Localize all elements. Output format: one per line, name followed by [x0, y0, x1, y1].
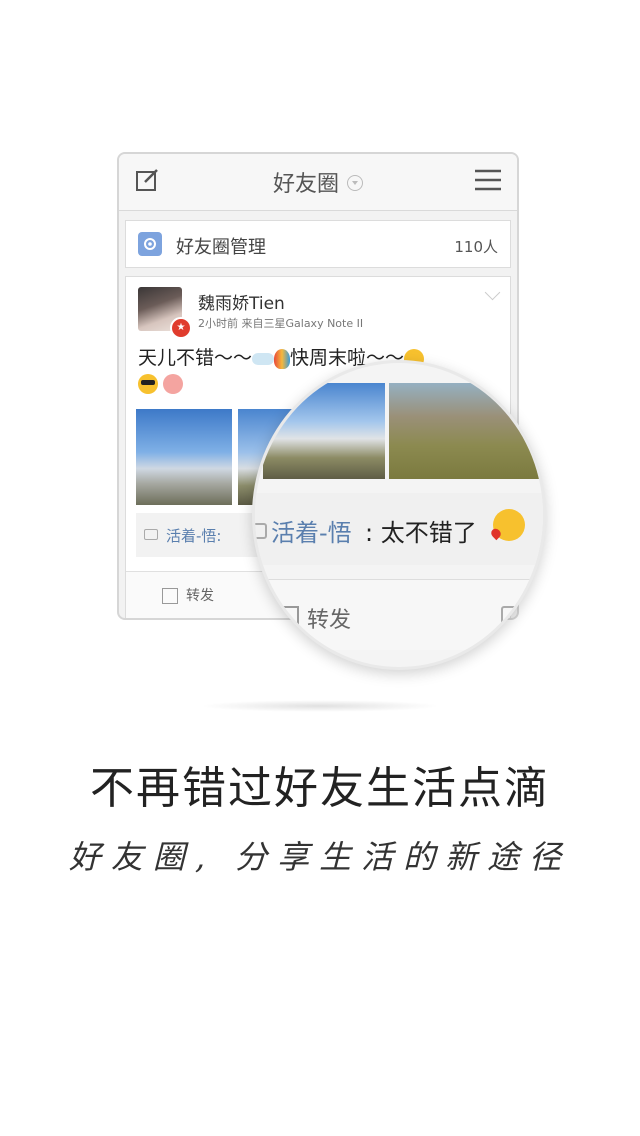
- chevron-down-icon[interactable]: [484, 284, 501, 301]
- comment-author[interactable]: 活着-悟:: [166, 525, 221, 546]
- magnified-forward-label: 转发: [307, 608, 352, 633]
- subline: 好友圈, 分享生活的新途径: [68, 838, 572, 876]
- forward-button[interactable]: 转发: [186, 585, 214, 605]
- headline: 不再错过好友生活点滴: [90, 763, 550, 814]
- magnified-comment-icon: [255, 523, 267, 539]
- magnified-comment-row: 活着-悟 : 太不错了: [255, 493, 543, 565]
- magnified-photo-3: [389, 383, 539, 479]
- post-username[interactable]: 魏雨娇Tien: [198, 289, 285, 314]
- forward-icon[interactable]: [162, 588, 178, 604]
- magnified-forward-icon: [277, 606, 299, 628]
- magnified-photo-2: [263, 383, 385, 479]
- member-count: 110人: [454, 238, 498, 256]
- pig-emoji-icon: [163, 373, 184, 394]
- sunglasses-emoji-icon: [138, 373, 158, 394]
- magnifier-lens: 活着-悟 : 太不错了 转发: [252, 360, 546, 670]
- friend-circle-management-row[interactable]: 好友圈管理 110人: [125, 220, 511, 268]
- page-title-label: 好友圈: [272, 172, 339, 197]
- page-title[interactable]: 好友圈: [119, 166, 517, 198]
- comment-icon: [144, 529, 158, 540]
- menu-icon[interactable]: [475, 168, 501, 192]
- magnified-actions: 转发: [255, 579, 543, 650]
- magnified-comment-button-icon: [501, 606, 525, 626]
- verified-star-icon: ★: [170, 317, 192, 339]
- top-bar: 好友圈: [119, 154, 517, 211]
- post-photo-1[interactable]: [136, 409, 232, 505]
- magnified-comment-text: : 太不错了: [365, 519, 477, 547]
- kiss-emoji-icon: [493, 509, 525, 541]
- post-text-part1: 天儿不错～～: [138, 347, 253, 369]
- management-label: 好友圈管理: [176, 237, 266, 258]
- gear-icon: [138, 232, 162, 256]
- card-shadow: [200, 700, 440, 712]
- dropdown-circle-icon[interactable]: [347, 175, 363, 191]
- emoji-row: [138, 373, 184, 394]
- magnified-comment-author: 活着-悟: [271, 519, 352, 547]
- cloud-emoji-icon: [252, 352, 275, 365]
- post-meta: 2小时前 来自三星Galaxy Note II: [198, 317, 364, 330]
- balloon-emoji-icon: [274, 348, 291, 369]
